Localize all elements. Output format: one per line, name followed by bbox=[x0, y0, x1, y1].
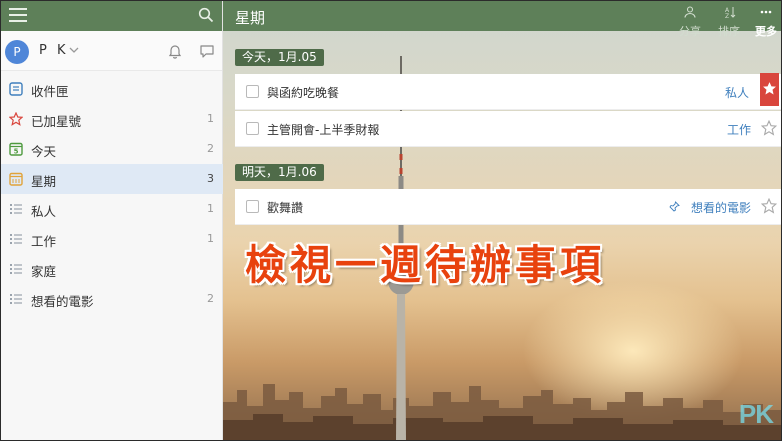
list-icon bbox=[10, 234, 22, 244]
task-list-tag[interactable]: 工作 bbox=[727, 121, 751, 138]
avatar[interactable]: P bbox=[5, 40, 29, 64]
sidebar-item-label: 工作 bbox=[31, 234, 57, 249]
app-window: P P K 收件匣 已加星號 1 5 今天 2 星期 3 私人 1 工作 1 家… bbox=[0, 0, 782, 441]
task-title[interactable]: 與函約吃晚餐 bbox=[267, 84, 339, 101]
city-skyline bbox=[223, 384, 781, 440]
sidebar-item-private[interactable]: 私人 1 bbox=[1, 194, 223, 224]
more-dots-icon bbox=[760, 10, 772, 14]
svg-text:5: 5 bbox=[14, 148, 19, 156]
task-checkbox[interactable] bbox=[246, 85, 259, 98]
search-icon[interactable] bbox=[198, 7, 214, 23]
sidebar-item-count: 1 bbox=[207, 232, 214, 245]
user-name[interactable]: P K bbox=[39, 43, 69, 58]
task-row[interactable]: 主管開會-上半季財報 工作 bbox=[235, 111, 781, 147]
sidebar-lists: 收件匣 已加星號 1 5 今天 2 星期 3 私人 1 工作 1 家庭 想看的電… bbox=[1, 74, 223, 314]
sidebar-item-count: 3 bbox=[207, 172, 214, 185]
task-list-tag[interactable]: 私人 bbox=[725, 84, 749, 101]
sidebar-item-label: 今天 bbox=[31, 144, 57, 159]
sidebar-item-work[interactable]: 工作 1 bbox=[1, 224, 223, 254]
star-outline-icon bbox=[9, 112, 23, 126]
share-icon bbox=[684, 6, 696, 18]
sidebar-item-label: 家庭 bbox=[31, 264, 57, 279]
task-checkbox[interactable] bbox=[246, 122, 259, 135]
main-panel: 星期 分享 A Z 排序 更多 今天，1月.05 與函約吃晚餐 私人 主管開會-… bbox=[223, 1, 781, 440]
chevron-down-icon[interactable] bbox=[69, 46, 79, 54]
page-title: 星期 bbox=[235, 9, 266, 27]
star-filled-icon bbox=[763, 82, 776, 95]
sort-icon: A Z bbox=[725, 7, 736, 20]
chat-bubble-icon[interactable] bbox=[199, 43, 215, 59]
sidebar-item-inbox[interactable]: 收件匣 bbox=[1, 74, 223, 104]
pin-icon bbox=[669, 201, 680, 212]
top-bar: 星期 分享 A Z 排序 更多 bbox=[223, 1, 781, 38]
sort-button[interactable]: A Z 排序 bbox=[712, 3, 746, 38]
sidebar-item-today[interactable]: 5 今天 2 bbox=[1, 134, 223, 164]
sidebar-item-label: 想看的電影 bbox=[31, 294, 94, 309]
svg-text:Z: Z bbox=[725, 13, 729, 18]
caption-overlay: 檢視一週待辦事項 bbox=[245, 241, 605, 289]
section-header-tomorrow: 明天，1月.06 bbox=[235, 164, 324, 181]
sidebar-item-family[interactable]: 家庭 bbox=[1, 254, 223, 284]
week-icon bbox=[9, 172, 23, 186]
star-outline-icon[interactable] bbox=[761, 120, 777, 136]
sidebar-item-starred[interactable]: 已加星號 1 bbox=[1, 104, 223, 134]
sidebar: P P K 收件匣 已加星號 1 5 今天 2 星期 3 私人 1 工作 1 家… bbox=[1, 1, 223, 440]
star-outline-icon[interactable] bbox=[761, 198, 777, 214]
sidebar-header bbox=[1, 1, 222, 31]
star-ribbon[interactable] bbox=[760, 73, 779, 106]
task-row[interactable]: 歡舞讚 想看的電影 bbox=[235, 189, 781, 225]
sidebar-item-label: 私人 bbox=[31, 204, 57, 219]
more-button[interactable]: 更多 bbox=[749, 3, 781, 38]
list-icon bbox=[10, 204, 22, 214]
share-button[interactable]: 分享 bbox=[673, 3, 707, 38]
watermark-logo: PK bbox=[738, 399, 774, 429]
sidebar-item-label: 收件匣 bbox=[31, 84, 69, 99]
list-icon bbox=[10, 294, 22, 304]
task-checkbox[interactable] bbox=[246, 200, 259, 213]
sort-label: 排序 bbox=[718, 25, 740, 38]
task-list-tag[interactable]: 想看的電影 bbox=[691, 199, 751, 216]
task-title[interactable]: 歡舞讚 bbox=[267, 199, 303, 216]
inbox-icon bbox=[9, 82, 23, 96]
sidebar-item-count: 1 bbox=[207, 112, 214, 125]
user-row[interactable]: P P K bbox=[1, 31, 222, 71]
task-row[interactable]: 與函約吃晚餐 私人 bbox=[235, 73, 781, 110]
sidebar-item-label: 星期 bbox=[31, 174, 57, 189]
sidebar-item-count: 1 bbox=[207, 202, 214, 215]
today-icon: 5 bbox=[9, 142, 23, 156]
sidebar-item-count: 2 bbox=[207, 292, 214, 305]
section-header-today: 今天，1月.05 bbox=[235, 49, 324, 66]
sidebar-item-week[interactable]: 星期 3 bbox=[1, 164, 223, 194]
sidebar-item-label: 已加星號 bbox=[31, 114, 82, 129]
share-label: 分享 bbox=[679, 25, 701, 38]
sidebar-item-count: 2 bbox=[207, 142, 214, 155]
menu-icon[interactable] bbox=[9, 8, 27, 22]
sidebar-item-movies[interactable]: 想看的電影 2 bbox=[1, 284, 223, 314]
list-icon bbox=[10, 264, 22, 274]
bell-icon[interactable] bbox=[167, 43, 183, 59]
more-label: 更多 bbox=[755, 25, 777, 38]
task-title[interactable]: 主管開會-上半季財報 bbox=[267, 121, 379, 138]
